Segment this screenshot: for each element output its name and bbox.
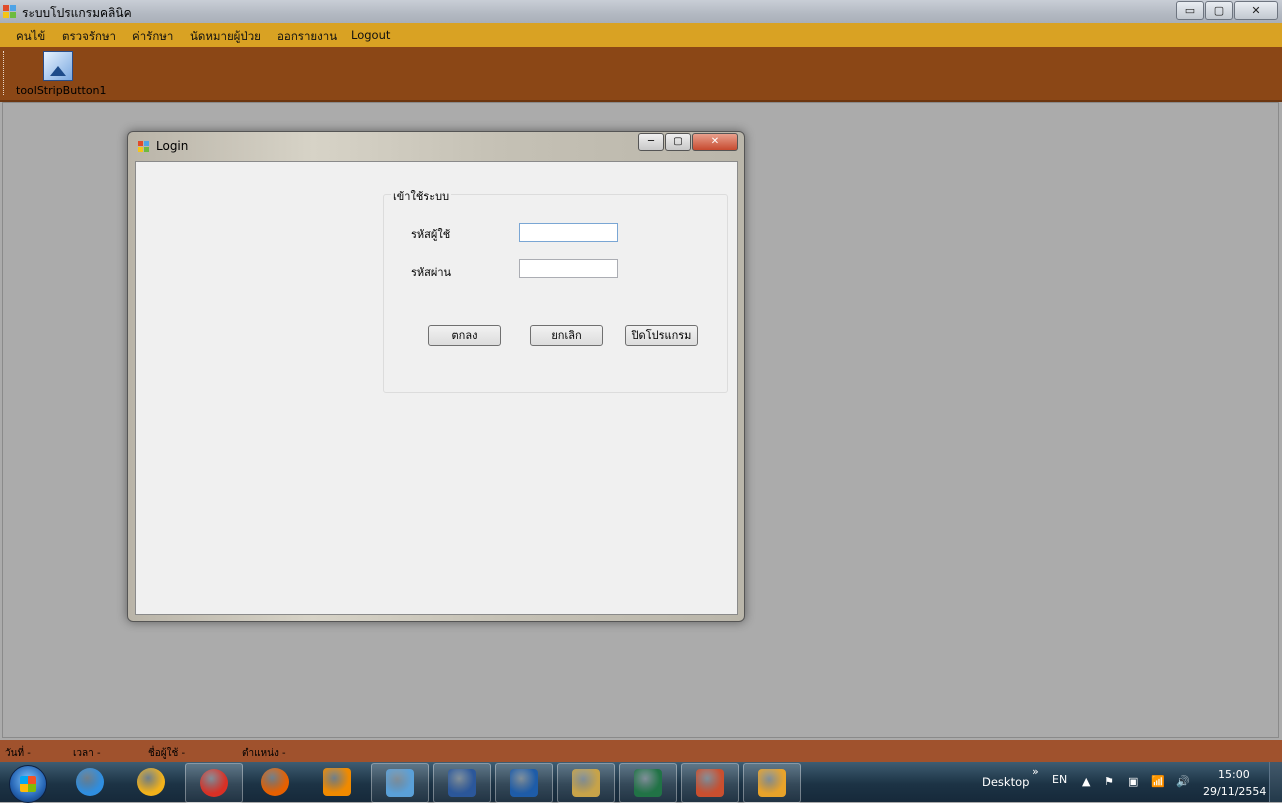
taskbar-button-excel[interactable] (619, 763, 677, 803)
restore-button[interactable]: ▢ (1205, 1, 1233, 20)
taskbar-button-word[interactable] (433, 763, 491, 803)
login-window-icon (138, 141, 149, 152)
menu-patients[interactable]: คนไข้ (16, 28, 45, 46)
status-time: เวลา - (73, 748, 101, 759)
show-hidden-icons-icon[interactable]: ▲ (1082, 775, 1090, 788)
volume-icon[interactable]: 🔊 (1176, 775, 1190, 788)
clock-time[interactable]: 15:00 (1218, 768, 1250, 781)
language-indicator[interactable]: EN (1052, 773, 1067, 786)
menu-bar: คนไข้ ตรวจรักษา ค่ารักษา นัดหมายผู้ป่วย … (0, 23, 1282, 47)
cancel-button[interactable]: ยกเลิก (530, 325, 603, 346)
menu-examination[interactable]: ตรวจรักษา (62, 28, 116, 46)
taskbar-button-internet-explorer[interactable] (62, 763, 118, 801)
excel-icon (634, 769, 662, 797)
window-title: ระบบโปรแกรมคลินิค (22, 6, 132, 20)
menu-logout[interactable]: Logout (351, 28, 390, 42)
taskbar-button-vlc[interactable] (309, 763, 365, 801)
power-icon[interactable]: ▣ (1128, 775, 1138, 788)
taskbar-button-winforms-app[interactable] (743, 763, 801, 803)
menu-fees[interactable]: ค่ารักษา (132, 28, 173, 46)
login-minimize-button[interactable]: ─ (638, 133, 664, 151)
status-bar: วันที่ - เวลา - ชื่อผู้ใช้ - ตำแหน่ง - (0, 740, 1282, 762)
start-button[interactable] (9, 765, 47, 803)
main-window-titlebar: ระบบโปรแกรมคลินิค ▭ ▢ ✕ (0, 0, 1282, 24)
login-maximize-button[interactable]: ▢ (665, 133, 691, 151)
tool-strip: toolStripButton1 (0, 47, 1282, 102)
toolstrip-button-label: toolStripButton1 (16, 84, 107, 97)
login-window-title: Login (156, 139, 189, 153)
visual-studio-icon (696, 769, 724, 797)
taskbar-button-app-triangle[interactable] (123, 763, 179, 801)
status-username: ชื่อผู้ใช้ - (148, 748, 186, 759)
menu-appointments[interactable]: นัดหมายผู้ป่วย (190, 28, 261, 46)
login-client-area: เข้าใช้ระบบ รหัสผู้ใช้ รหัสผ่าน ตกลง ยกเ… (135, 161, 738, 615)
chevron-icon[interactable]: » (1032, 765, 1039, 778)
menu-reports[interactable]: ออกรายงาน (277, 28, 337, 46)
groupbox-title: เข้าใช้ระบบ (391, 187, 452, 205)
document-icon (510, 769, 538, 797)
close-button[interactable]: ✕ (1234, 1, 1278, 20)
taskbar-button-visual-studio[interactable] (681, 763, 739, 803)
windows-taskbar: Desktop » EN ▲ ⚑ ▣ 📶 🔊 15:00 29/11/2554 (0, 762, 1282, 803)
word-icon (448, 769, 476, 797)
username-input[interactable] (519, 223, 618, 242)
taskbar-button-document[interactable] (495, 763, 553, 803)
people-icon (386, 769, 414, 797)
taskbar-button-tools[interactable] (557, 763, 615, 803)
taskbar-button-firefox[interactable] (247, 763, 303, 801)
firefox-icon (261, 768, 289, 796)
tools-icon (572, 769, 600, 797)
exit-program-button[interactable]: ปิดโปรแกรม (625, 325, 698, 346)
app-triangle-icon (137, 768, 165, 796)
show-desktop-button[interactable] (1269, 762, 1282, 802)
password-input[interactable] (519, 259, 618, 278)
vlc-icon (323, 768, 351, 796)
password-label: รหัสผ่าน (411, 266, 452, 279)
status-date: วันที่ - (5, 748, 31, 759)
desktop-toolbar-label[interactable]: Desktop (982, 775, 1029, 789)
login-close-button[interactable]: ✕ (692, 133, 738, 151)
picture-icon (43, 51, 73, 81)
app-icon (3, 5, 16, 18)
username-label: รหัสผู้ใช้ (411, 228, 451, 241)
toolstrip-button-1[interactable]: toolStripButton1 (12, 49, 107, 97)
taskbar-button-people[interactable] (371, 763, 429, 803)
login-groupbox: เข้าใช้ระบบ รหัสผู้ใช้ รหัสผ่าน ตกลง ยกเ… (383, 187, 728, 393)
taskbar-button-chrome[interactable] (185, 763, 243, 803)
network-icon[interactable]: 📶 (1151, 775, 1165, 788)
status-position: ตำแหน่ง - (242, 748, 286, 759)
login-window: Login ─ ▢ ✕ เข้าใช้ระบบ รหัสผู้ใช้ รหัสผ… (127, 131, 745, 622)
clock-date[interactable]: 29/11/2554 (1203, 785, 1266, 798)
action-center-flag-icon[interactable]: ⚑ (1104, 775, 1114, 788)
minimize-button[interactable]: ▭ (1176, 1, 1204, 20)
chrome-icon (200, 769, 228, 797)
internet-explorer-icon (76, 768, 104, 796)
ok-button[interactable]: ตกลง (428, 325, 501, 346)
winforms-app-icon (758, 769, 786, 797)
toolstrip-grip[interactable] (3, 51, 7, 95)
